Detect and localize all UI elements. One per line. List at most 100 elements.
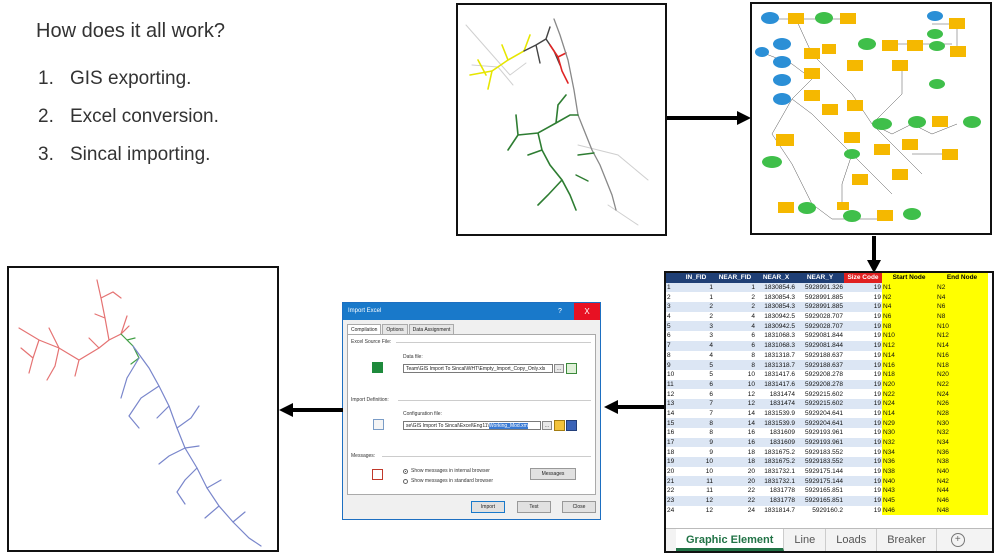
table-cell[interactable]: 3 bbox=[678, 331, 714, 341]
table-cell[interactable]: 19 bbox=[844, 331, 882, 341]
table-cell[interactable]: N10 bbox=[882, 331, 936, 341]
table-cell[interactable]: 5929188.637 bbox=[796, 350, 844, 361]
row-number[interactable]: 15 bbox=[666, 418, 678, 428]
table-cell[interactable]: 8 bbox=[714, 360, 756, 370]
table-cell[interactable]: N36 bbox=[882, 457, 936, 467]
table-cell[interactable]: 20 bbox=[714, 466, 756, 477]
column-header[interactable]: NEAR_X bbox=[756, 273, 796, 283]
table-cell[interactable]: 19 bbox=[844, 486, 882, 496]
radio-standard-browser[interactable] bbox=[403, 479, 408, 484]
table-cell[interactable]: 2 bbox=[714, 292, 756, 303]
table-cell[interactable]: 5929208.278 bbox=[796, 379, 844, 390]
open-excel-icon[interactable] bbox=[566, 363, 577, 374]
table-cell[interactable]: 19 bbox=[844, 437, 882, 448]
table-cell[interactable]: 1831732.1 bbox=[756, 466, 796, 477]
table-cell[interactable]: 4 bbox=[714, 321, 756, 332]
table-cell[interactable]: 19 bbox=[844, 340, 882, 351]
table-cell[interactable]: N12 bbox=[882, 340, 936, 351]
table-cell[interactable]: 5929081.844 bbox=[796, 331, 844, 341]
table-cell[interactable]: N20 bbox=[936, 369, 988, 380]
table-cell[interactable]: 1831318.7 bbox=[756, 350, 796, 361]
table-cell[interactable]: 19 bbox=[844, 408, 882, 419]
config-file-field[interactable]: se\GIS Import To Sincal\Excel\Eng11\Work… bbox=[403, 421, 541, 430]
table-cell[interactable]: 5929215.602 bbox=[796, 398, 844, 409]
table-cell[interactable]: 1831814.7 bbox=[756, 505, 796, 516]
table-cell[interactable]: N38 bbox=[936, 457, 988, 467]
table-cell[interactable]: 1831778 bbox=[756, 486, 796, 496]
table-cell[interactable]: 1831474 bbox=[756, 398, 796, 409]
sheet-tab-line[interactable]: Line bbox=[784, 529, 827, 551]
table-cell[interactable]: 16 bbox=[714, 428, 756, 438]
table-cell[interactable]: 3 bbox=[678, 321, 714, 332]
table-cell[interactable]: 1831609 bbox=[756, 428, 796, 438]
table-cell[interactable]: 6 bbox=[714, 331, 756, 341]
column-header[interactable]: NEAR_Y bbox=[796, 273, 844, 283]
row-number[interactable]: 11 bbox=[666, 379, 678, 390]
close-icon[interactable]: X bbox=[574, 303, 600, 320]
close-button[interactable]: Close bbox=[562, 501, 596, 513]
row-number[interactable]: 8 bbox=[666, 350, 678, 361]
table-cell[interactable]: N14 bbox=[936, 340, 988, 351]
table-cell[interactable]: N36 bbox=[936, 447, 988, 458]
table-cell[interactable]: 19 bbox=[844, 360, 882, 370]
table-cell[interactable]: 2 bbox=[678, 311, 714, 322]
table-cell[interactable]: N32 bbox=[882, 437, 936, 448]
table-cell[interactable]: N30 bbox=[936, 418, 988, 428]
table-cell[interactable]: 19 bbox=[844, 292, 882, 303]
folder-icon[interactable] bbox=[554, 420, 565, 431]
table-cell[interactable]: 5928991.885 bbox=[796, 292, 844, 303]
table-cell[interactable]: N16 bbox=[936, 350, 988, 361]
table-cell[interactable]: 5929081.844 bbox=[796, 340, 844, 351]
browse-config-button[interactable]: ... bbox=[542, 421, 552, 430]
table-cell[interactable]: 19 bbox=[844, 466, 882, 477]
table-cell[interactable]: N14 bbox=[882, 408, 936, 419]
table-cell[interactable]: N34 bbox=[882, 447, 936, 458]
table-cell[interactable]: N34 bbox=[936, 437, 988, 448]
table-cell[interactable]: 19 bbox=[844, 447, 882, 458]
table-cell[interactable]: 5929160.2 bbox=[796, 505, 844, 516]
table-cell[interactable]: 5929215.602 bbox=[796, 389, 844, 399]
table-cell[interactable]: N20 bbox=[882, 379, 936, 390]
row-number[interactable]: 4 bbox=[666, 311, 678, 322]
row-number[interactable]: 22 bbox=[666, 486, 678, 496]
column-header[interactable]: End Node bbox=[936, 273, 988, 283]
table-cell[interactable]: N24 bbox=[882, 398, 936, 409]
table-cell[interactable]: 1830854.3 bbox=[756, 292, 796, 303]
table-cell[interactable]: 5 bbox=[678, 369, 714, 380]
table-cell[interactable]: 6 bbox=[714, 340, 756, 351]
table-cell[interactable]: 1831609 bbox=[756, 437, 796, 448]
table-cell[interactable]: N22 bbox=[882, 389, 936, 399]
table-cell[interactable]: N22 bbox=[936, 379, 988, 390]
table-cell[interactable]: 8 bbox=[714, 350, 756, 361]
table-cell[interactable]: 5929208.278 bbox=[796, 369, 844, 380]
table-cell[interactable]: 9 bbox=[678, 447, 714, 458]
table-cell[interactable]: 1831068.3 bbox=[756, 340, 796, 351]
table-cell[interactable]: N10 bbox=[936, 321, 988, 332]
column-header[interactable]: NEAR_FID bbox=[714, 273, 756, 283]
table-cell[interactable]: 8 bbox=[678, 428, 714, 438]
table-cell[interactable]: 19 bbox=[844, 398, 882, 409]
import-button[interactable]: Import bbox=[471, 501, 505, 513]
row-number[interactable]: 3 bbox=[666, 302, 678, 312]
table-cell[interactable]: 12 bbox=[714, 398, 756, 409]
table-cell[interactable]: 14 bbox=[714, 418, 756, 428]
table-cell[interactable]: 10 bbox=[678, 466, 714, 477]
table-cell[interactable]: N38 bbox=[882, 466, 936, 477]
table-cell[interactable]: 1830942.5 bbox=[756, 311, 796, 322]
table-cell[interactable]: 1 bbox=[714, 282, 756, 293]
table-cell[interactable]: 19 bbox=[844, 428, 882, 438]
table-cell[interactable]: 5929028.707 bbox=[796, 321, 844, 332]
table-cell[interactable]: N18 bbox=[936, 360, 988, 370]
table-cell[interactable]: 2 bbox=[714, 302, 756, 312]
sheet-tab-graphic-element[interactable]: Graphic Element bbox=[676, 529, 785, 551]
row-number[interactable]: 6 bbox=[666, 331, 678, 341]
table-cell[interactable]: 11 bbox=[678, 476, 714, 487]
row-number[interactable]: 1 bbox=[666, 282, 678, 293]
row-number[interactable]: 12 bbox=[666, 389, 678, 399]
table-cell[interactable]: N18 bbox=[882, 369, 936, 380]
sheet-tab-loads[interactable]: Loads bbox=[826, 529, 878, 551]
table-cell[interactable]: N24 bbox=[936, 389, 988, 399]
table-cell[interactable]: 5929028.707 bbox=[796, 311, 844, 322]
table-cell[interactable]: 4 bbox=[678, 350, 714, 361]
table-cell[interactable]: N2 bbox=[882, 292, 936, 303]
